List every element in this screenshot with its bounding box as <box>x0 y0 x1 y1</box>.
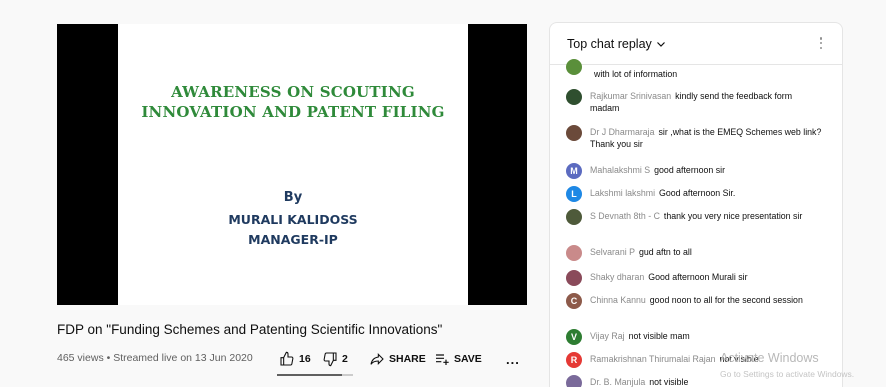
like-ratio-bar <box>277 374 353 376</box>
presentation-slide: AWARENESS ON SCOUTING INNOVATION AND PAT… <box>118 24 468 305</box>
chat-author-name[interactable]: Selvarani P <box>590 247 635 257</box>
chat-message-text: Mahalakshmi S good afternoon sir <box>590 165 822 177</box>
avatar[interactable] <box>566 375 582 387</box>
avatar[interactable]: R <box>566 352 582 368</box>
chat-message-body: good noon to all for the second session <box>649 295 803 305</box>
slide-title-line-2: INNOVATION AND PATENT FILING <box>141 103 445 121</box>
chat-message-body: Good afternoon Sir. <box>659 188 736 198</box>
playlist-add-icon <box>436 354 449 365</box>
chat-message-text: Vijay Raj not visible mam <box>590 331 822 343</box>
thumbs-up-icon <box>280 351 294 366</box>
avatar[interactable] <box>566 209 582 225</box>
avatar[interactable]: V <box>566 329 582 345</box>
like-ratio-fill <box>277 374 342 376</box>
share-label: SHARE <box>389 353 426 365</box>
video-player[interactable]: AWARENESS ON SCOUTING INNOVATION AND PAT… <box>57 24 527 305</box>
save-label: SAVE <box>454 353 482 365</box>
chat-message-text: Shaky dharan Good afternoon Murali sir <box>590 272 822 284</box>
chat-message-body: Good afternoon Murali sir <box>648 272 748 282</box>
dislike-count: 2 <box>342 353 348 365</box>
chat-author-name[interactable]: Vijay Raj <box>590 331 625 341</box>
chat-author-name[interactable]: Lakshmi lakshmi <box>590 188 655 198</box>
chat-message-text: S Devnath 8th - Cthank you very nice pre… <box>590 211 822 223</box>
chevron-down-icon <box>656 42 665 47</box>
chat-author-name[interactable]: Ramakrishnan Thirumalai Rajan <box>590 354 716 364</box>
thumbs-down-icon <box>323 352 337 367</box>
slide-by: By <box>283 190 303 205</box>
share-arrow-icon <box>370 353 384 365</box>
share-button[interactable]: SHARE <box>369 349 426 369</box>
windows-activation-hint: Go to Settings to activate Windows. <box>720 369 855 379</box>
chat-options-kebab-icon[interactable] <box>818 35 824 51</box>
slide-title: AWARENESS ON SCOUTING INNOVATION AND PAT… <box>118 82 468 122</box>
chat-message-body: thank you very nice presentation sir <box>663 211 803 221</box>
chat-message-body: not visible <box>649 377 689 387</box>
chat-message-body: gud aftn to all <box>639 247 692 257</box>
chat-message-text: Lakshmi lakshmi Good afternoon Sir. <box>590 188 822 200</box>
slide-title-line-1: AWARENESS ON SCOUTING <box>171 83 415 101</box>
chat-author-name[interactable]: Chinna Kannu <box>590 295 646 305</box>
avatar[interactable]: L <box>566 186 582 202</box>
slide-presenter-role: MANAGER-IP <box>248 232 338 247</box>
chat-message-text: Dr J Dharmaraja sir ,what is the EMEQ Sch… <box>590 127 822 150</box>
chat-message-text: Rajkumar Srinivasan kindly send the feedb… <box>590 91 822 114</box>
chat-title: Top chat replay <box>567 37 652 51</box>
chat-author-name[interactable]: S Devnath 8th - C <box>590 211 660 221</box>
chat-mode-dropdown[interactable]: Top chat replay <box>567 37 666 51</box>
chat-author-name[interactable]: Dr J Dharmaraja <box>590 127 655 137</box>
video-title: FDP on "Funding Schemes and Patenting Sc… <box>57 322 443 337</box>
chat-message-text: with lot of information <box>590 69 822 81</box>
chat-message-body: not visible mam <box>628 331 690 341</box>
chat-message-text: Selvarani P gud aftn to all <box>590 247 822 259</box>
avatar[interactable] <box>566 59 582 75</box>
save-button[interactable]: SAVE <box>434 349 482 369</box>
slide-presenter: MURALI KALIDOSS MANAGER-IP <box>118 210 468 250</box>
chat-scrollbar[interactable] <box>834 103 838 363</box>
chat-author-name[interactable]: Dr. B. Manjula <box>590 377 645 387</box>
more-actions-button[interactable]: ... <box>506 349 520 369</box>
video-meta-row: 465 views • Streamed live on 13 Jun 2020… <box>57 349 527 376</box>
chat-author-name[interactable]: Shaky dharan <box>590 272 644 282</box>
like-count: 16 <box>299 353 311 365</box>
chat-message-text: Chinna Kannu good noon to all for the sec… <box>590 295 822 307</box>
avatar[interactable]: C <box>566 293 582 309</box>
chat-author-name[interactable]: Rajkumar Srinivasan <box>590 91 671 101</box>
view-count: 465 views • Streamed live on 13 Jun 2020 <box>57 352 253 364</box>
chat-replay-panel: Top chat replay with lot of information R… <box>549 22 843 387</box>
avatar[interactable] <box>566 89 582 105</box>
avatar[interactable]: M <box>566 163 582 179</box>
dislike-button[interactable]: 2 <box>322 349 348 369</box>
chat-header: Top chat replay <box>550 23 842 65</box>
chat-message-body: with lot of information <box>594 69 678 79</box>
like-button[interactable]: 16 <box>279 349 311 369</box>
chat-message-body: good afternoon sir <box>654 165 726 175</box>
slide-presenter-name: MURALI KALIDOSS <box>228 212 358 227</box>
avatar[interactable] <box>566 245 582 261</box>
chat-author-name[interactable]: Mahalakshmi S <box>590 165 650 175</box>
windows-activation-watermark: Activate Windows <box>720 351 819 365</box>
avatar[interactable] <box>566 125 582 141</box>
avatar[interactable] <box>566 270 582 286</box>
